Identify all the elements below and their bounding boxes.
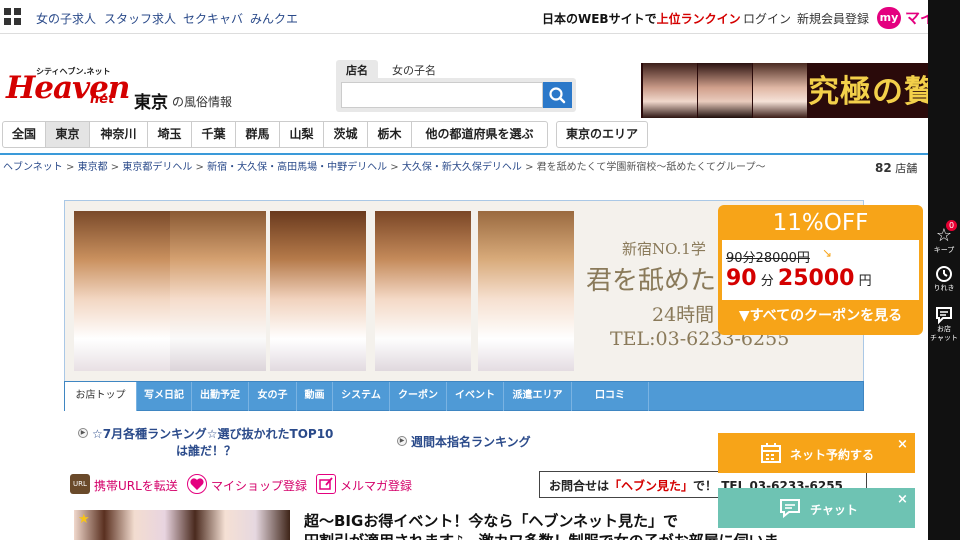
play-icon: ▶ (397, 436, 407, 446)
grid-menu-icon[interactable] (4, 8, 21, 25)
tab-photo-diary[interactable]: 写メ日記 (137, 382, 192, 411)
pref-yamanashi[interactable]: 山梨 (280, 121, 324, 148)
pref-chiba[interactable]: 千葉 (192, 121, 236, 148)
coupon-discount: 11%OFF (772, 210, 869, 236)
net-reserve-label: ネット予約する (790, 448, 875, 462)
heart-icon[interactable] (187, 474, 207, 494)
tab-system[interactable]: システム (333, 382, 390, 411)
calendar-icon (761, 443, 781, 463)
register-link[interactable]: 新規会員登録 (797, 10, 869, 27)
ranking-link-monthly[interactable]: ☆7月各種ランキング☆選び抜かれたTOP10 (92, 425, 333, 442)
search-icon (549, 87, 566, 104)
header-divider (0, 153, 928, 155)
hero-photo (74, 211, 170, 371)
ranking-link-monthly-2[interactable]: は誰だ！？ (176, 442, 236, 459)
region-title: 東京 (134, 93, 168, 113)
event-headline[interactable]: 超～BIGお得イベント！今なら「ヘブンネット見た」で (304, 510, 678, 531)
tab-reviews[interactable]: 口コミ (572, 382, 649, 411)
search-tab-girl[interactable]: 女の子名 (384, 60, 444, 82)
mail-edit-icon[interactable] (316, 474, 336, 494)
breadcrumb: ヘブンネット > 東京都 > 東京都デリヘル > 新宿・大久保・高田馬場・中野デ… (3, 162, 766, 173)
banner-photo (698, 63, 752, 118)
pref-tochigi[interactable]: 栃木 (368, 121, 412, 148)
close-icon[interactable]: × (897, 437, 908, 452)
tab-dispatch-area[interactable]: 派遣エリア (504, 382, 572, 411)
top-link-sekukyaba[interactable]: セクキャバ (183, 10, 243, 27)
myshop-register-link[interactable]: マイショップ登録 (211, 477, 307, 494)
url-transfer-icon[interactable]: URL (70, 474, 90, 494)
pref-saitama[interactable]: 埼玉 (148, 121, 192, 148)
top-link-girls-recruit[interactable]: 女の子求人 (36, 10, 96, 27)
play-icon: ▶ (78, 428, 88, 438)
tab-video[interactable]: 動画 (297, 382, 333, 411)
coupon-new-price: 90 分 25000 円 (726, 266, 872, 291)
mailmag-register-link[interactable]: メルマガ登録 (340, 477, 412, 494)
breadcrumb-current: 君を舐めたくて学園新宿校～舐めたくてグループ～ (536, 162, 766, 173)
chat-bubble-icon (936, 307, 952, 325)
hero-photo (270, 211, 366, 371)
keep-button[interactable]: ☆ キープ (928, 226, 960, 255)
pref-other-select[interactable]: 他の都道府県を選ぶ (412, 121, 548, 148)
pref-gunma[interactable]: 群馬 (236, 121, 280, 148)
coupon-arrow-icon: ↘ (822, 246, 833, 260)
breadcrumb-item[interactable]: 東京都 (78, 162, 108, 173)
pref-tokyo[interactable]: 東京 (46, 121, 90, 148)
chat-label: チャット (810, 503, 858, 517)
pref-ibaraki[interactable]: 茨城 (324, 121, 368, 148)
top-link-minkue[interactable]: みんクエ (250, 10, 298, 27)
banner-photo (753, 63, 807, 118)
tab-girls[interactable]: 女の子 (249, 382, 297, 411)
all-coupons-link[interactable]: ▼すべてのクーポンを見る (718, 305, 923, 325)
tokyo-area-button[interactable]: 東京のエリア (556, 121, 648, 148)
coupon-old-price: 90分28000円 (726, 251, 810, 266)
shop-count: 82 店舗 (875, 161, 918, 175)
history-button[interactable]: りれき (928, 264, 960, 293)
tab-event[interactable]: イベント (447, 382, 504, 411)
breadcrumb-item[interactable]: 東京都デリヘル (122, 162, 192, 173)
tab-shop-top[interactable]: お店トップ (65, 382, 137, 411)
chat-icon (780, 499, 800, 519)
banner-text: 究極の贅 (808, 74, 936, 110)
search-tab-shop[interactable]: 店名 (336, 60, 378, 82)
shop-chat-button[interactable]: お店 チャット (928, 305, 960, 343)
history-icon (936, 266, 952, 282)
keep-count-badge: 0 (946, 220, 957, 231)
search-input[interactable] (341, 82, 543, 108)
breadcrumb-item[interactable]: ヘブンネット (3, 162, 63, 173)
close-icon[interactable]: × (897, 492, 908, 507)
url-transfer-link[interactable]: 携帯URLを転送 (94, 477, 178, 494)
breadcrumb-item[interactable]: 大久保・新大久保デリヘル (402, 162, 522, 173)
tab-coupon[interactable]: クーポン (390, 382, 447, 411)
ranking-link-weekly[interactable]: 週間本指名ランキング (411, 433, 531, 450)
region-subtitle: の風俗情報 (172, 95, 233, 109)
search-button[interactable] (543, 82, 572, 108)
hero-photo (170, 211, 266, 371)
hero-photo (375, 211, 471, 371)
event-thumbnail[interactable] (74, 510, 290, 540)
hero-hours: 24時間 (652, 304, 715, 326)
event-headline-2[interactable]: 円割引が適用されます♪ 激カワ多数！制服で女の子がお部屋に伺いま (304, 530, 779, 540)
logo-net: net (90, 92, 115, 107)
login-link[interactable]: ログイン (743, 10, 791, 27)
hero-photo (478, 211, 574, 371)
pref-kanagawa[interactable]: 神奈川 (90, 121, 148, 148)
ranking-notice[interactable]: 日本のWEBサイトで上位ランクイン (542, 10, 741, 27)
top-link-staff-recruit[interactable]: スタッフ求人 (104, 10, 176, 27)
breadcrumb-item[interactable]: 新宿・大久保・高田馬場・中野デリヘル (207, 162, 387, 173)
my-page-badge[interactable]: my (877, 7, 901, 29)
star-icon: ★ (78, 512, 90, 527)
hero-shop-name: 君を舐めた (586, 266, 717, 296)
tab-schedule[interactable]: 出勤予定 (192, 382, 249, 411)
banner-photo (643, 63, 697, 118)
hero-tagline: 新宿NO.1学 (622, 240, 706, 258)
pref-all[interactable]: 全国 (2, 121, 46, 148)
